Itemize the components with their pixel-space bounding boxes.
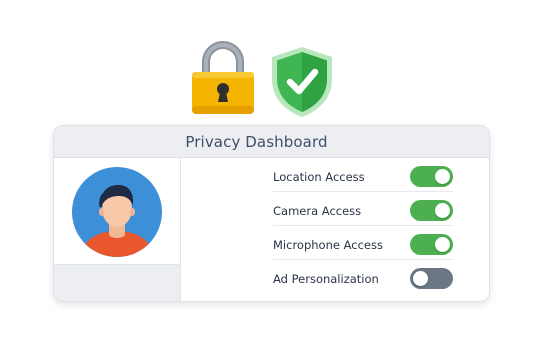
lock-icon (192, 41, 254, 114)
toggle-knob (435, 237, 450, 252)
profile-pane (54, 158, 181, 301)
privacy-dashboard-screen: Privacy Dashboard Location Access Camera… (0, 0, 541, 360)
user-avatar-icon (72, 167, 162, 257)
setting-row-microphone: Microphone Access (273, 226, 453, 260)
toggle-knob (413, 271, 428, 286)
location-access-toggle[interactable] (410, 166, 453, 187)
privacy-dashboard-card: Privacy Dashboard Location Access Camera… (53, 125, 490, 302)
camera-access-toggle[interactable] (410, 200, 453, 221)
setting-label-microphone: Microphone Access (273, 237, 383, 252)
card-header: Privacy Dashboard (54, 126, 489, 158)
setting-label-camera: Camera Access (273, 203, 362, 218)
setting-row-ad-personalization: Ad Personalization (273, 260, 453, 293)
toggle-knob (435, 203, 450, 218)
setting-label-ad-personalization: Ad Personalization (273, 271, 379, 286)
settings-list: Location Access Camera Access Microphone… (273, 158, 453, 293)
ad-personalization-toggle[interactable] (410, 268, 453, 289)
setting-row-location: Location Access (273, 158, 453, 192)
card-body: Location Access Camera Access Microphone… (54, 158, 489, 301)
microphone-access-toggle[interactable] (410, 234, 453, 255)
shield-check-icon (272, 47, 332, 117)
setting-row-camera: Camera Access (273, 192, 453, 226)
page-title: Privacy Dashboard (185, 132, 328, 151)
setting-label-location: Location Access (273, 169, 365, 184)
profile-pane-footer (54, 264, 180, 301)
toggle-knob (435, 169, 450, 184)
